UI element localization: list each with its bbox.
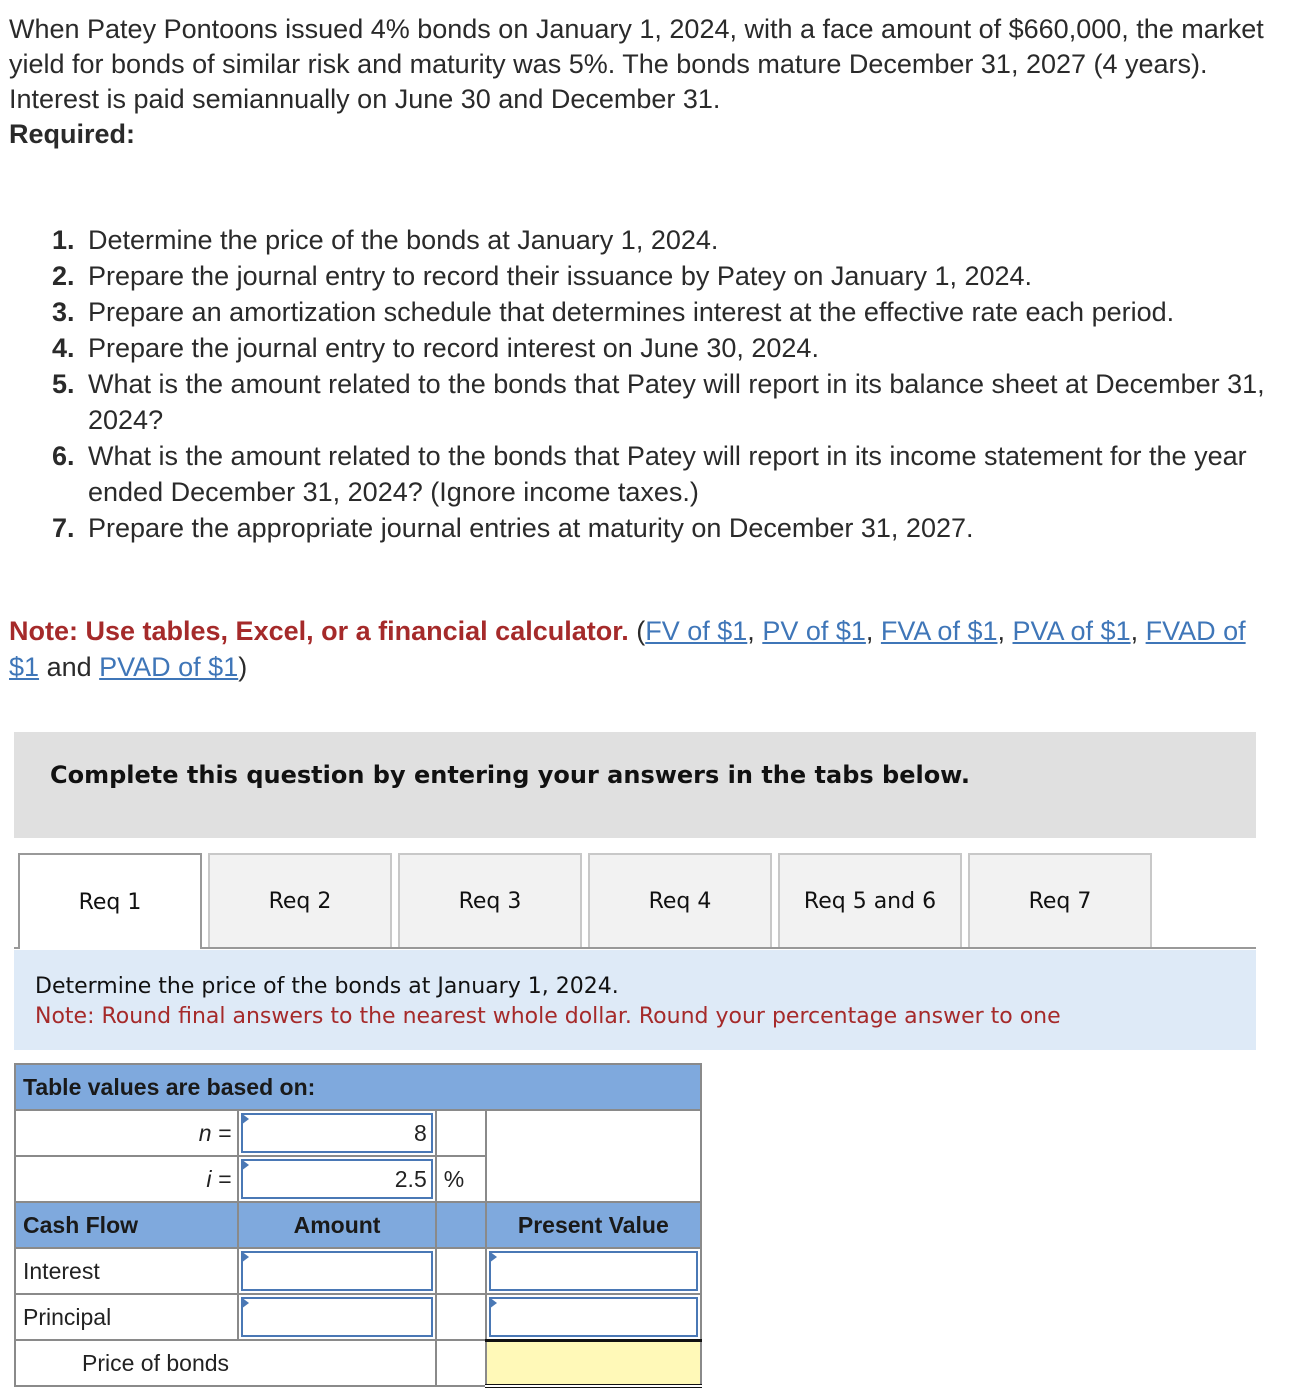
present-value-table: Table values are based on: n = i = % Cas…	[13, 1063, 703, 1388]
n-cell	[237, 1109, 437, 1157]
requirements-list: 1. Determine the price of the bonds at Ja…	[52, 222, 1272, 546]
and-text: and	[46, 652, 92, 682]
requirement-number: 6.	[52, 441, 75, 471]
principal-pv-cell	[484, 1293, 703, 1341]
requirement-number: 3.	[52, 297, 75, 327]
requirement-tabs: Req 1 Req 2 Req 3 Req 4 Req 5 and 6 Req …	[14, 853, 1256, 949]
n-row: n =	[13, 1109, 703, 1203]
requirement-item: 1. Determine the price of the bonds at Ja…	[52, 222, 1272, 258]
input-marker-icon	[241, 1251, 250, 1263]
table-caption: Table values are based on:	[14, 1063, 702, 1111]
interest-amount-input[interactable]	[241, 1251, 433, 1291]
header-present-value: Present Value	[484, 1201, 703, 1249]
input-marker-icon	[241, 1159, 250, 1171]
requirement-number: 2.	[52, 261, 75, 291]
note-bold-text: Note: Use tables, Excel, or a financial …	[9, 616, 629, 646]
header-cash-flow: Cash Flow	[13, 1201, 240, 1249]
input-marker-icon	[488, 1297, 497, 1309]
principal-amount-cell	[237, 1293, 437, 1341]
link-pvad-of-1[interactable]: PVAD of $1	[99, 652, 238, 682]
principal-pv-input[interactable]	[488, 1297, 698, 1337]
interest-amount-cell	[237, 1247, 437, 1295]
interest-pv-cell	[484, 1247, 703, 1295]
banner-text: Complete this question by entering your …	[50, 761, 970, 789]
requirement-text: What is the amount related to the bonds …	[88, 369, 1265, 435]
tab-req-5-and-6[interactable]: Req 5 and 6	[778, 853, 962, 947]
requirement-item: 4. Prepare the journal entry to record in…	[52, 330, 1272, 366]
requirement-number: 4.	[52, 333, 75, 363]
column-header-row: Cash Flow Amount Present Value	[13, 1201, 703, 1249]
input-marker-icon	[488, 1251, 497, 1263]
link-pv-of-1[interactable]: PV of $1	[762, 616, 866, 646]
tab-req-4[interactable]: Req 4	[588, 853, 772, 947]
tab-req-2[interactable]: Req 2	[208, 853, 392, 947]
requirement-number: 1.	[52, 225, 75, 255]
instruction-banner: Complete this question by entering your …	[14, 732, 1256, 838]
i-input[interactable]	[241, 1159, 433, 1199]
header-amount: Amount	[237, 1201, 437, 1249]
rounding-note: Note: Round final answers to the nearest…	[35, 1004, 1061, 1029]
i-cell	[237, 1155, 437, 1203]
principal-label: Principal	[13, 1293, 240, 1341]
requirement-text: Prepare the journal entry to record thei…	[88, 261, 1033, 291]
tab-req-3[interactable]: Req 3	[398, 853, 582, 947]
requirement-item: 5. What is the amount related to the bond…	[52, 366, 1272, 438]
table-row: Interest	[13, 1247, 703, 1295]
percent-sign: %	[434, 1155, 487, 1203]
tab-req-1[interactable]: Req 1	[18, 853, 202, 949]
requirement-item: 3. Prepare an amortization schedule that …	[52, 294, 1272, 330]
link-fv-of-1[interactable]: FV of $1	[645, 616, 747, 646]
i-label: i =	[13, 1155, 240, 1203]
requirement-number: 7.	[52, 513, 75, 543]
principal-amount-input[interactable]	[241, 1297, 433, 1337]
n-input[interactable]	[241, 1113, 433, 1153]
header-blank	[434, 1201, 487, 1249]
tab-req-7[interactable]: Req 7	[968, 853, 1152, 947]
problem-intro: When Patey Pontoons issued 4% bonds on J…	[9, 12, 1279, 152]
table-caption-row: Table values are based on:	[14, 1063, 702, 1111]
tab-instructions: Determine the price of the bonds at Janu…	[14, 950, 1256, 1050]
interest-label: Interest	[13, 1247, 240, 1295]
instruction-text: Determine the price of the bonds at Janu…	[35, 974, 619, 999]
spacer-cell	[434, 1339, 487, 1387]
requirement-text: What is the amount related to the bonds …	[88, 441, 1247, 507]
problem-text: When Patey Pontoons issued 4% bonds on J…	[9, 14, 1264, 114]
requirement-text: Determine the price of the bonds at Janu…	[88, 225, 719, 255]
spacer-cell	[434, 1247, 487, 1295]
requirement-text: Prepare the journal entry to record inte…	[88, 333, 819, 363]
interest-pv-input[interactable]	[488, 1251, 698, 1291]
input-marker-icon	[241, 1113, 250, 1125]
requirement-text: Prepare the appropriate journal entries …	[88, 513, 974, 543]
requirement-item: 6. What is the amount related to the bond…	[52, 438, 1272, 510]
link-fva-of-1[interactable]: FVA of $1	[881, 616, 998, 646]
required-label: Required:	[9, 119, 136, 149]
requirement-item: 7. Prepare the appropriate journal entrie…	[52, 510, 1272, 546]
table-row: Principal	[13, 1293, 703, 1341]
requirement-number: 5.	[52, 369, 75, 399]
calculator-note: Note: Use tables, Excel, or a financial …	[9, 616, 1246, 682]
blank-cell	[484, 1109, 703, 1203]
requirement-text: Prepare an amortization schedule that de…	[88, 297, 1175, 327]
input-marker-icon	[241, 1297, 250, 1309]
requirement-item: 2. Prepare the journal entry to record th…	[52, 258, 1272, 294]
n-unit-cell	[434, 1109, 487, 1157]
n-label: n =	[13, 1109, 240, 1157]
price-of-bonds-value[interactable]	[484, 1338, 703, 1388]
price-of-bonds-label: Price of bonds	[14, 1339, 437, 1387]
spacer-cell	[434, 1293, 487, 1341]
link-pva-of-1[interactable]: PVA of $1	[1013, 616, 1131, 646]
total-row: Price of bonds	[14, 1338, 703, 1388]
